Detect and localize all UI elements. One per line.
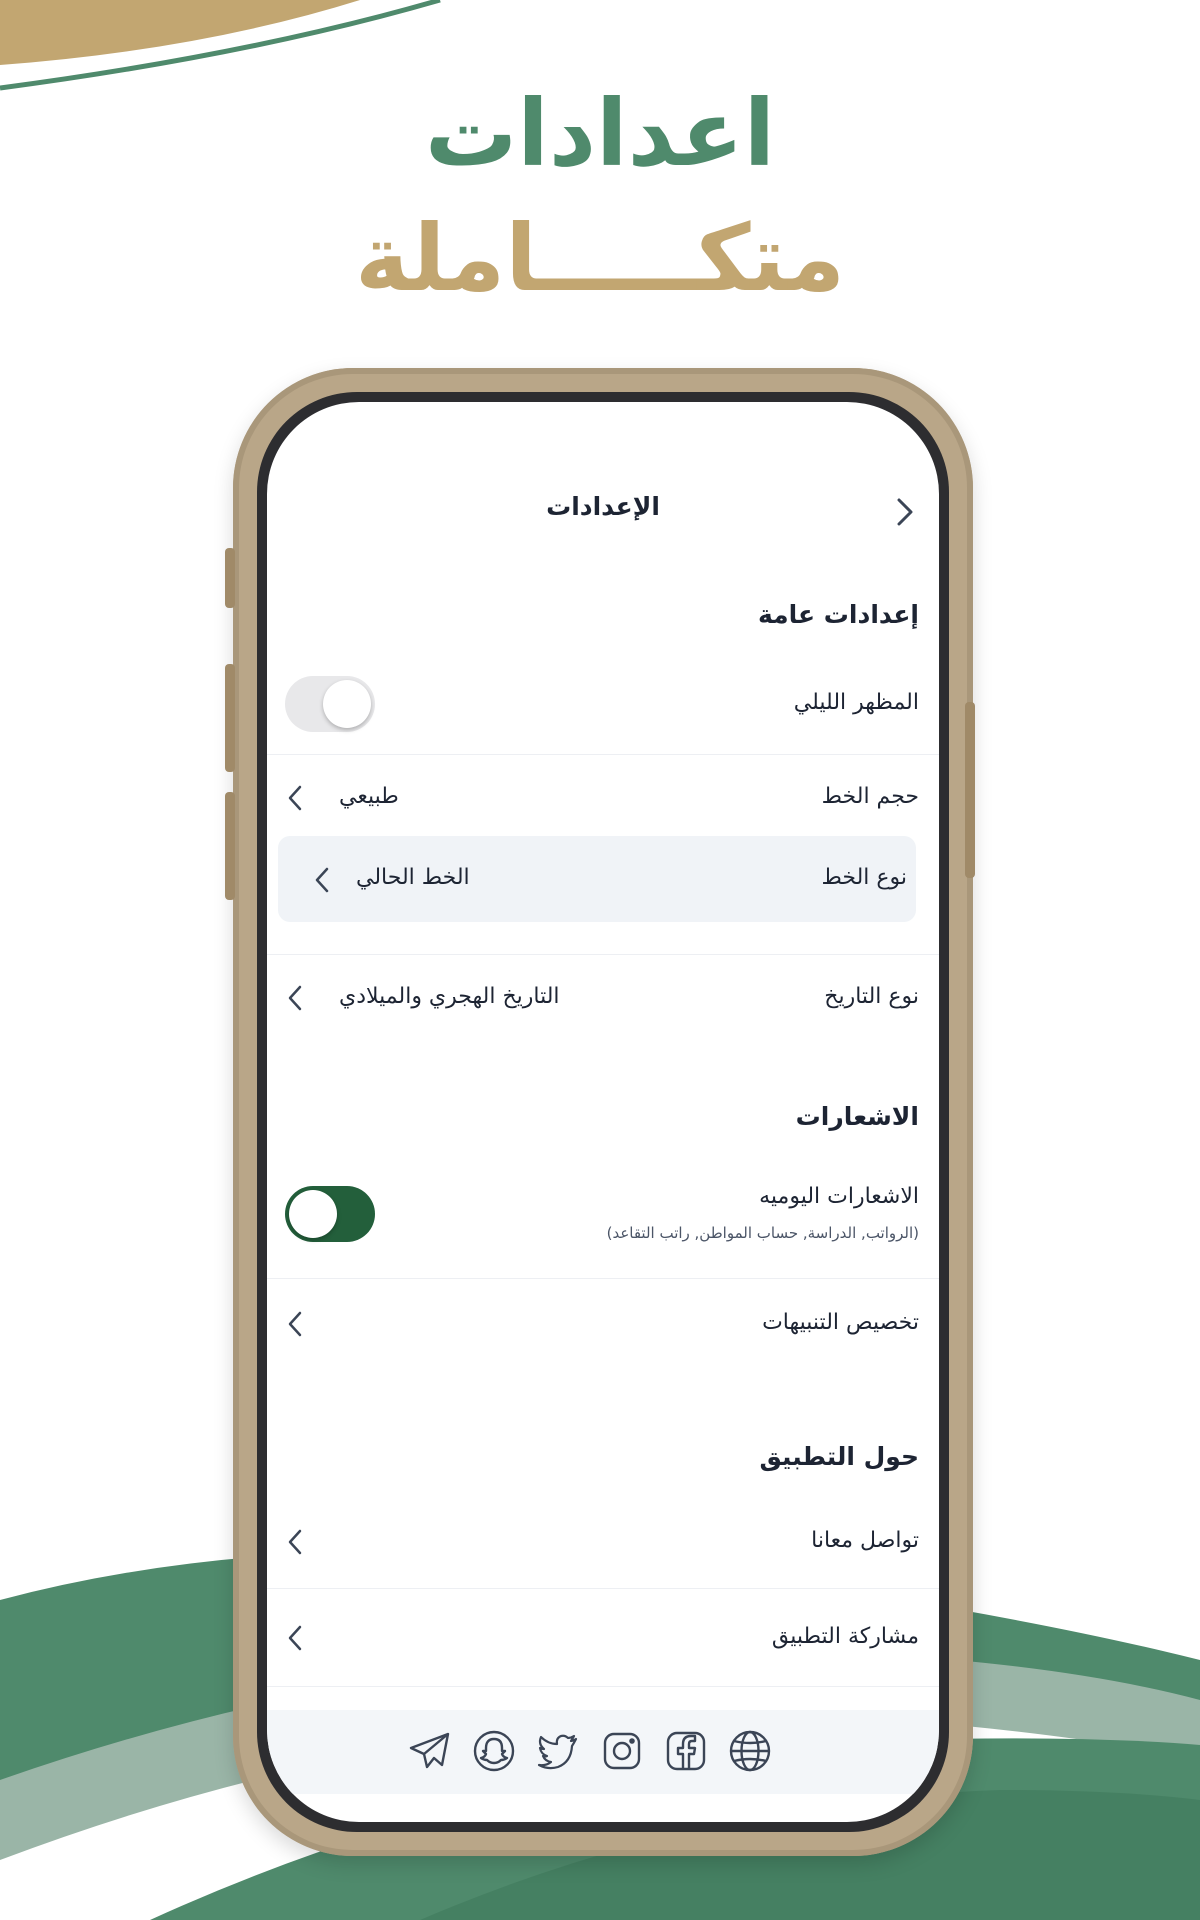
dark-mode-toggle[interactable] [285, 676, 375, 732]
font-type-value: الخط الحالي [356, 865, 470, 890]
phone-side-button [965, 702, 975, 878]
globe-icon[interactable] [727, 1728, 773, 1774]
chevron-left-icon [288, 1311, 302, 1337]
setting-row-customize-alerts[interactable]: تخصيص التنبيهات [267, 1278, 939, 1362]
section-heading-notifications: الاشعارات [795, 1102, 919, 1131]
setting-row-font-size[interactable]: حجم الخط طبيعي [267, 754, 939, 834]
chevron-left-icon [315, 867, 329, 893]
contact-label: تواصل معانا [811, 1528, 919, 1553]
phone-side-button [225, 664, 235, 772]
date-type-label: نوع التاريخ [824, 984, 919, 1009]
page-title: الإعدادات [546, 492, 660, 521]
font-size-label: حجم الخط [821, 784, 919, 809]
twitter-icon[interactable] [535, 1728, 581, 1774]
headline-subtitle: متكـــــاملة [354, 205, 846, 312]
chevron-left-icon [288, 1625, 302, 1651]
setting-row-share[interactable]: مشاركة التطبيق [267, 1588, 939, 1686]
phone-side-button [225, 792, 235, 900]
setting-row-contact[interactable]: تواصل معانا [267, 1500, 939, 1590]
telegram-icon[interactable] [407, 1728, 453, 1774]
headline-title: اعدادات [424, 80, 776, 187]
section-heading-general: إعدادات عامة [758, 600, 919, 629]
snapchat-icon[interactable] [471, 1728, 517, 1774]
date-type-value: التاريخ الهجري والميلادي [339, 984, 560, 1009]
daily-notifications-label: الاشعارات اليوميه [759, 1184, 919, 1209]
social-footer [267, 1710, 939, 1794]
phone-side-button [225, 548, 235, 608]
setting-row-dark-mode[interactable]: المظهر الليلي [267, 660, 939, 746]
setting-row-font-type[interactable]: نوع الخط الخط الحالي [278, 836, 916, 922]
customize-alerts-label: تخصيص التنبيهات [762, 1310, 919, 1335]
toggle-knob [289, 1190, 337, 1238]
section-heading-about: حول التطبيق [759, 1442, 919, 1471]
chevron-left-icon [288, 1529, 302, 1555]
font-size-value: طبيعي [339, 784, 399, 809]
divider [267, 1686, 939, 1687]
daily-notifications-toggle[interactable] [285, 1186, 375, 1242]
toggle-knob [323, 680, 371, 728]
chevron-left-icon [288, 785, 302, 811]
font-type-label: نوع الخط [821, 865, 907, 890]
dark-mode-label: المظهر الليلي [793, 690, 919, 715]
setting-row-date-type[interactable]: نوع التاريخ التاريخ الهجري والميلادي [267, 954, 939, 1034]
setting-row-daily-notifications[interactable]: الاشعارات اليوميه (الرواتب, الدراسة, حسا… [267, 1162, 939, 1280]
chevron-left-icon [288, 985, 302, 1011]
app-screen: الإعدادات إعدادات عامة المظهر الليلي حجم… [267, 402, 939, 1822]
facebook-icon[interactable] [663, 1728, 709, 1774]
share-label: مشاركة التطبيق [771, 1624, 919, 1649]
top-bar: الإعدادات [267, 482, 939, 542]
daily-notifications-subtitle: (الرواتب, الدراسة, حساب المواطن, راتب ال… [606, 1224, 919, 1242]
chevron-right-icon[interactable] [887, 494, 923, 530]
instagram-icon[interactable] [599, 1728, 645, 1774]
